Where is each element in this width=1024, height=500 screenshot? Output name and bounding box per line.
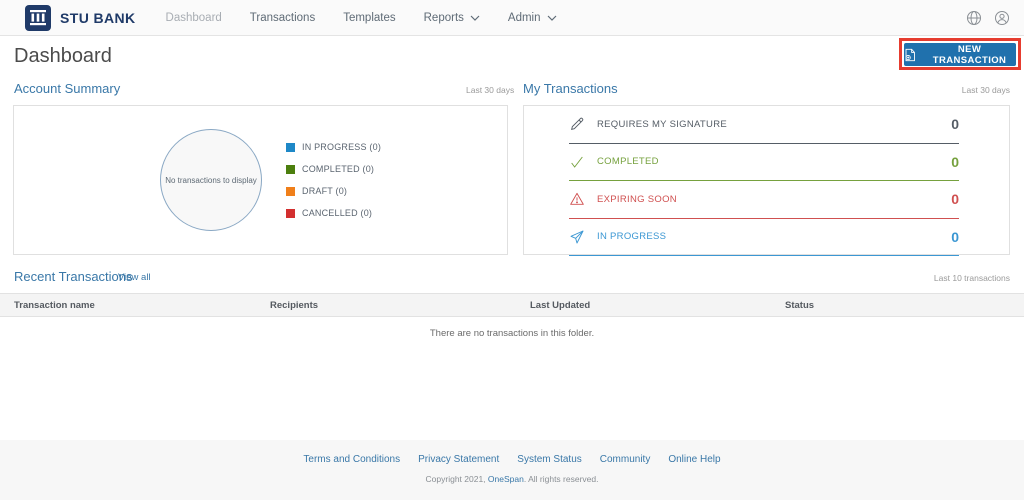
- recent-transactions-header: Recent Transactions View all Last 10 tra…: [0, 265, 1024, 291]
- legend-label: CANCELLED (0): [302, 208, 373, 218]
- account-summary-period: Last 30 days: [466, 85, 515, 95]
- nav-right-icons: [966, 10, 1010, 26]
- chevron-down-icon: [547, 15, 556, 21]
- row-requires-my-signature[interactable]: REQUIRES MY SIGNATURE 0: [569, 106, 959, 144]
- legend-swatch: [286, 164, 295, 174]
- chart-legend: IN PROGRESS (0) COMPLETED (0) DRAFT (0) …: [286, 142, 381, 218]
- nav-items: Dashboard Transactions Templates Reports…: [166, 12, 557, 24]
- donut-empty-message: No transactions to display: [165, 175, 257, 185]
- new-transaction-button[interactable]: NEW TRANSACTION: [904, 43, 1016, 66]
- row-in-progress[interactable]: IN PROGRESS 0: [569, 219, 959, 256]
- legend-label: IN PROGRESS (0): [302, 142, 382, 152]
- nav-item-admin-label: Admin: [507, 11, 541, 24]
- column-last-updated: Last Updated: [530, 299, 591, 311]
- page-footer: Terms and Conditions Privacy Statement S…: [0, 440, 1024, 500]
- nav-item-templates[interactable]: Templates: [343, 12, 395, 24]
- footer-link-system-status[interactable]: System Status: [517, 454, 581, 465]
- my-transactions-period: Last 30 days: [961, 85, 1010, 95]
- footer-links: Terms and Conditions Privacy Statement S…: [0, 440, 1024, 465]
- copyright-line: Copyright 2021, OneSpan. All rights rese…: [0, 474, 1024, 484]
- brand[interactable]: STU BANK: [25, 4, 136, 31]
- footer-link-terms[interactable]: Terms and Conditions: [303, 454, 400, 465]
- brand-name: STU BANK: [60, 9, 136, 26]
- warning-icon: [569, 191, 585, 207]
- legend-swatch: [286, 142, 295, 152]
- copyright-onespan-link[interactable]: OneSpan: [488, 474, 524, 484]
- footer-link-online-help[interactable]: Online Help: [668, 454, 720, 465]
- account-summary-panel: No transactions to display IN PROGRESS (…: [13, 105, 508, 255]
- globe-icon[interactable]: [966, 10, 982, 26]
- copyright-prefix: Copyright 2021,: [425, 474, 488, 484]
- page-title: Dashboard: [14, 45, 112, 67]
- recent-transactions-period: Last 10 transactions: [933, 273, 1010, 283]
- my-transactions-title: My Transactions: [523, 81, 618, 96]
- pencil-icon: [569, 116, 585, 132]
- check-icon: [569, 154, 585, 170]
- legend-swatch: [286, 186, 295, 196]
- row-count: 0: [951, 191, 959, 208]
- user-profile-icon[interactable]: [994, 10, 1010, 26]
- chevron-down-icon: [470, 15, 480, 21]
- row-expiring-soon[interactable]: EXPIRING SOON 0: [569, 181, 959, 219]
- top-navigation: STU BANK Dashboard Transactions Template…: [0, 0, 1024, 36]
- document-plus-icon: [905, 48, 915, 61]
- my-transactions-panel: REQUIRES MY SIGNATURE 0 COMPLETED 0 EXPI…: [523, 105, 1010, 256]
- row-label: IN PROGRESS: [597, 231, 667, 243]
- empty-donut-chart: No transactions to display: [160, 129, 262, 231]
- nav-item-reports[interactable]: Reports: [424, 12, 480, 24]
- row-count: 0: [951, 116, 959, 133]
- page-header: Dashboard NEW TRANSACTION: [0, 36, 1024, 75]
- legend-swatch: [286, 208, 295, 218]
- row-label: COMPLETED: [597, 156, 659, 168]
- recent-transactions-title: Recent Transactions: [14, 269, 133, 284]
- new-transaction-label: NEW TRANSACTION: [932, 43, 1007, 66]
- row-count: 0: [951, 228, 959, 245]
- account-summary-title: Account Summary: [14, 81, 121, 96]
- send-icon: [569, 229, 585, 245]
- nav-item-transactions[interactable]: Transactions: [250, 12, 315, 24]
- legend-label: DRAFT (0): [302, 186, 348, 196]
- section-titles-row: Account Summary Last 30 days My Transact…: [0, 75, 1024, 105]
- row-label: REQUIRES MY SIGNATURE: [597, 118, 727, 130]
- my-transactions-rows: REQUIRES MY SIGNATURE 0 COMPLETED 0 EXPI…: [569, 106, 959, 256]
- legend-item-in-progress: IN PROGRESS (0): [286, 142, 381, 152]
- transactions-table-header: Transaction name Recipients Last Updated…: [0, 293, 1024, 317]
- view-all-link[interactable]: View all: [118, 272, 151, 283]
- legend-label: COMPLETED (0): [302, 164, 375, 174]
- footer-link-community[interactable]: Community: [600, 454, 651, 465]
- row-completed[interactable]: COMPLETED 0: [569, 144, 959, 181]
- column-recipients: Recipients: [270, 299, 319, 311]
- footer-link-privacy[interactable]: Privacy Statement: [418, 454, 499, 465]
- row-label: EXPIRING SOON: [597, 193, 677, 205]
- table-empty-message: There are no transactions in this folder…: [429, 328, 595, 339]
- bank-logo-icon: [25, 4, 51, 31]
- column-transaction-name: Transaction name: [14, 299, 95, 311]
- dashboard-page: STU BANK Dashboard Transactions Template…: [0, 0, 1024, 500]
- nav-item-admin[interactable]: Admin: [508, 12, 557, 24]
- legend-item-completed: COMPLETED (0): [286, 164, 381, 174]
- nav-item-reports-label: Reports: [423, 11, 464, 24]
- column-status: Status: [785, 299, 815, 311]
- copyright-suffix: . All rights reserved.: [523, 474, 599, 484]
- legend-item-draft: DRAFT (0): [286, 186, 381, 196]
- nav-item-dashboard[interactable]: Dashboard: [166, 12, 222, 24]
- legend-item-cancelled: CANCELLED (0): [286, 208, 381, 218]
- row-count: 0: [951, 153, 959, 170]
